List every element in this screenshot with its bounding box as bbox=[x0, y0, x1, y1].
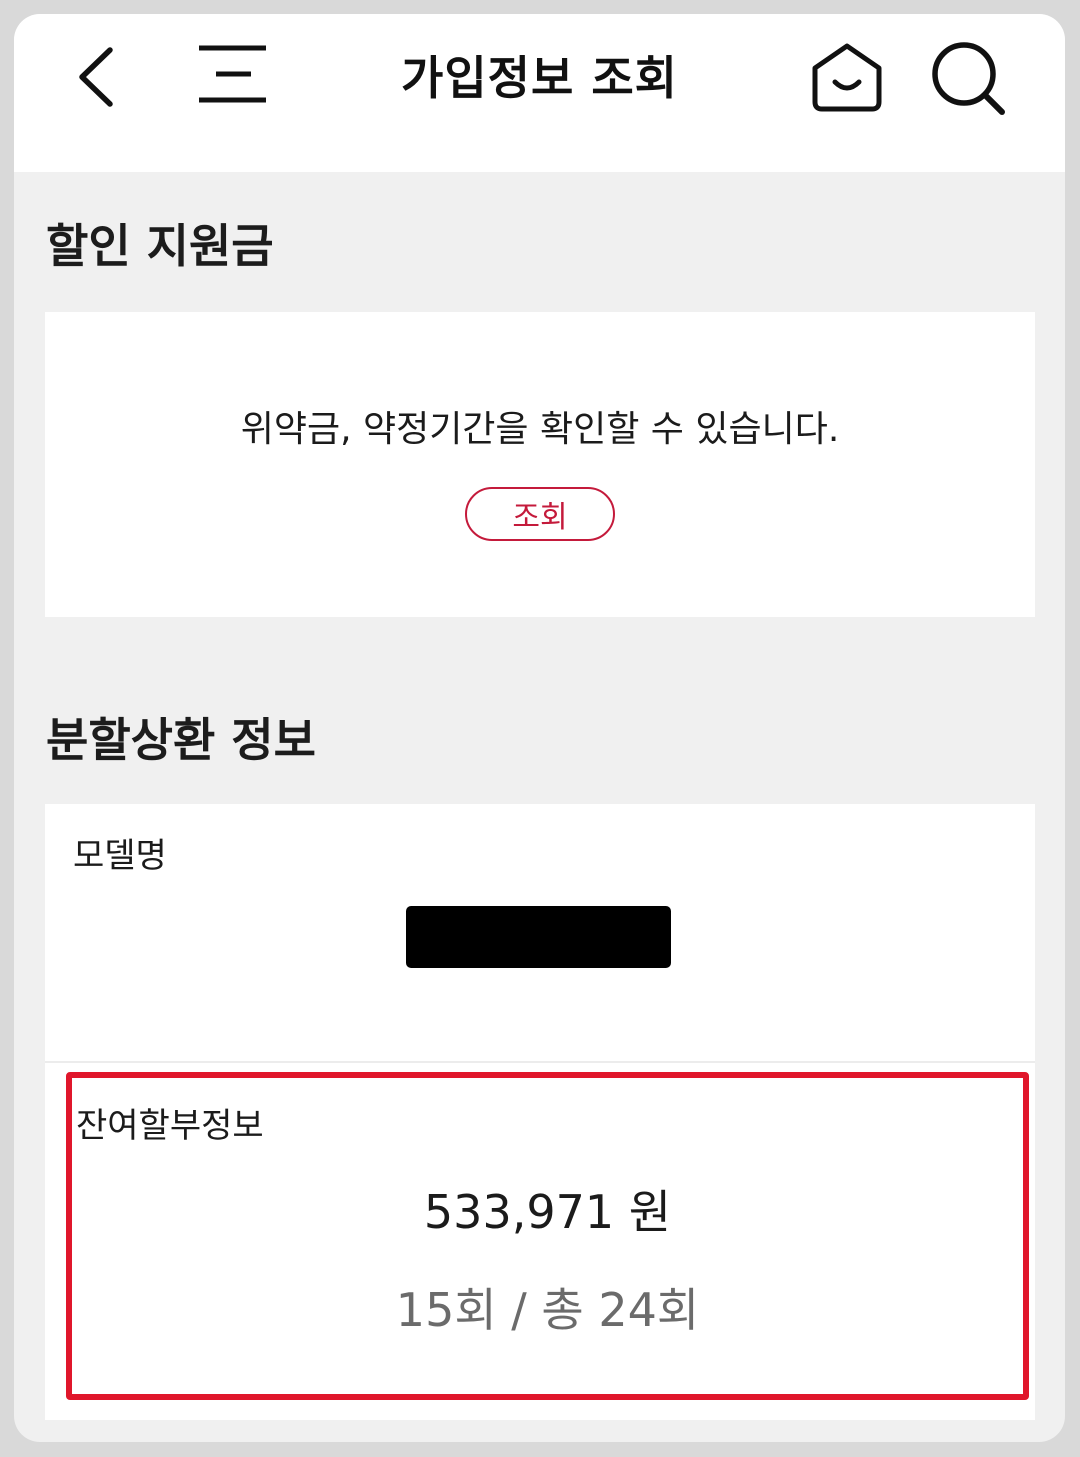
divider bbox=[45, 1061, 1035, 1063]
discount-section-title: 할인 지원금 bbox=[46, 219, 274, 273]
home-icon[interactable] bbox=[810, 42, 885, 114]
installment-count: 15회 / 총 24회 bbox=[395, 1283, 700, 1337]
app-header: 가입정보 조회 bbox=[14, 14, 1065, 172]
remaining-amount: 533,971 원 bbox=[423, 1185, 672, 1239]
discount-card: 위약금, 약정기간을 확인할 수 있습니다. 조회 bbox=[45, 312, 1035, 617]
installment-card: 모델명 잔여할부정보 533,971 원 15회 / 총 24회 bbox=[45, 804, 1035, 1420]
discount-description: 위약금, 약정기간을 확인할 수 있습니다. bbox=[240, 409, 840, 450]
page-title: 가입정보 조회 bbox=[401, 51, 678, 105]
search-icon[interactable] bbox=[929, 39, 1009, 119]
model-name-label: 모델명 bbox=[73, 836, 167, 876]
installment-section-title: 분할상환 정보 bbox=[46, 713, 316, 767]
model-name-redacted bbox=[406, 906, 671, 968]
app-frame: 가입정보 조회 할인 지원금 위약금, 약정기간을 확인할 수 있습니다. 조회… bbox=[14, 14, 1065, 1442]
inquiry-button[interactable]: 조회 bbox=[465, 487, 615, 541]
remaining-installment-label: 잔여할부정보 bbox=[76, 1106, 264, 1146]
remaining-installment-highlight: 잔여할부정보 533,971 원 15회 / 총 24회 bbox=[66, 1072, 1029, 1400]
